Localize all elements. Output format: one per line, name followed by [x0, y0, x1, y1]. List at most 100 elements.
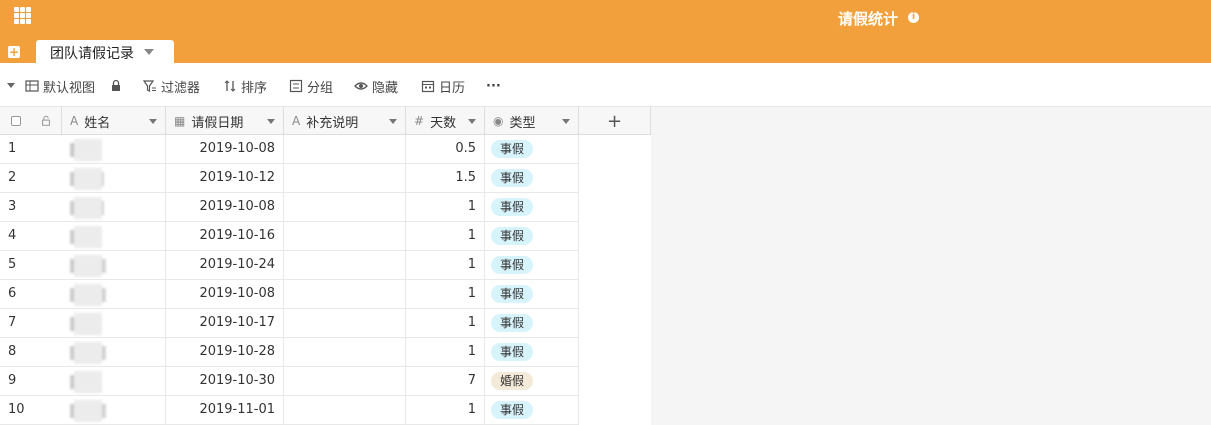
redacted-name [74, 255, 102, 277]
note-cell[interactable] [284, 367, 406, 395]
filter-button[interactable]: 过滤器 [143, 78, 200, 96]
type-cell[interactable]: 事假 [485, 164, 579, 192]
column-header-type[interactable]: ◉ 类型 [485, 107, 579, 135]
chevron-down-icon[interactable] [389, 119, 397, 124]
row-index: 7 [8, 315, 17, 330]
view-collapse-icon[interactable] [7, 83, 15, 88]
days-cell[interactable]: 1.5 [406, 164, 485, 192]
row-index: 6 [8, 286, 17, 301]
group-button[interactable]: 分组 [289, 78, 333, 96]
type-cell[interactable]: 事假 [485, 135, 579, 163]
table-row[interactable]: 5 2019-10-24 1 事假 [0, 251, 579, 280]
redacted-name [74, 400, 102, 422]
chevron-down-icon[interactable] [468, 119, 476, 124]
view-toolbar: 默认视图 过滤器 排序 分组 隐藏 日历 ··· [0, 63, 1211, 107]
chevron-down-icon[interactable] [267, 119, 275, 124]
table-row[interactable]: 9 2019-10-30 7 婚假 [0, 367, 579, 396]
type-cell[interactable]: 事假 [485, 222, 579, 250]
name-cell[interactable] [62, 280, 166, 308]
table-row[interactable]: 3 2019-10-08 1 事假 [0, 193, 579, 222]
name-cell[interactable] [62, 251, 166, 279]
table-row[interactable]: 8 2019-10-28 1 事假 [0, 338, 579, 367]
days-cell[interactable]: 1 [406, 309, 485, 337]
days-cell[interactable]: 1 [406, 222, 485, 250]
type-cell[interactable]: 事假 [485, 396, 579, 424]
date-cell[interactable]: 2019-10-16 [166, 222, 284, 250]
data-grid: A 姓名 ▦ 请假日期 A 补充说明 # 天数 ◉ 类型 + 1 2019-10-… [0, 107, 651, 425]
eye-icon [354, 82, 368, 90]
note-cell[interactable] [284, 164, 406, 192]
date-cell[interactable]: 2019-10-28 [166, 338, 284, 366]
view-selector[interactable]: 默认视图 [25, 78, 95, 96]
more-button[interactable]: ··· [486, 78, 501, 94]
apps-grid-icon[interactable] [14, 7, 32, 25]
redacted-name [74, 342, 102, 364]
type-cell[interactable]: 婚假 [485, 367, 579, 395]
type-cell[interactable]: 事假 [485, 309, 579, 337]
type-tag: 事假 [491, 168, 534, 187]
type-cell[interactable]: 事假 [485, 280, 579, 308]
table-tab[interactable]: 团队请假记录 [36, 40, 174, 63]
days-cell[interactable]: 0.5 [406, 135, 485, 163]
note-cell[interactable] [284, 396, 406, 424]
date-cell[interactable]: 2019-10-12 [166, 164, 284, 192]
view-lock[interactable] [109, 78, 127, 94]
date-cell[interactable]: 2019-10-17 [166, 309, 284, 337]
note-cell[interactable] [284, 193, 406, 221]
sort-button[interactable]: 排序 [223, 78, 267, 96]
note-cell[interactable] [284, 280, 406, 308]
date-cell[interactable]: 2019-10-08 [166, 193, 284, 221]
select-all-checkbox[interactable] [0, 107, 31, 135]
days-cell[interactable]: 1 [406, 193, 485, 221]
type-cell[interactable]: 事假 [485, 193, 579, 221]
table-row[interactable]: 10 2019-11-01 1 事假 [0, 396, 579, 425]
table-row[interactable]: 7 2019-10-17 1 事假 [0, 309, 579, 338]
column-header-days[interactable]: # 天数 [406, 107, 485, 135]
redacted-name [74, 313, 102, 335]
chevron-down-icon[interactable] [144, 49, 154, 55]
name-cell[interactable] [62, 396, 166, 424]
table-row[interactable]: 6 2019-10-08 1 事假 [0, 280, 579, 309]
hide-button[interactable]: 隐藏 [354, 78, 398, 96]
days-cell[interactable]: 1 [406, 280, 485, 308]
date-cell[interactable]: 2019-10-08 [166, 280, 284, 308]
chevron-down-icon[interactable] [149, 119, 157, 124]
note-cell[interactable] [284, 135, 406, 163]
note-cell[interactable] [284, 309, 406, 337]
add-table-icon[interactable]: + [8, 46, 20, 58]
note-cell[interactable] [284, 251, 406, 279]
name-cell[interactable] [62, 135, 166, 163]
name-cell[interactable] [62, 367, 166, 395]
table-row[interactable]: 1 2019-10-08 0.5 事假 [0, 135, 579, 164]
column-header-note[interactable]: A 补充说明 [284, 107, 406, 135]
type-cell[interactable]: 事假 [485, 338, 579, 366]
lock-icon [42, 115, 50, 126]
days-cell[interactable]: 1 [406, 396, 485, 424]
date-cell[interactable]: 2019-10-30 [166, 367, 284, 395]
days-cell[interactable]: 1 [406, 251, 485, 279]
table-row[interactable]: 4 2019-10-16 1 事假 [0, 222, 579, 251]
name-cell[interactable] [62, 193, 166, 221]
add-column-button[interactable]: + [579, 107, 651, 135]
calendar-button[interactable]: 日历 [421, 78, 465, 96]
date-cell[interactable]: 2019-11-01 [166, 396, 284, 424]
name-cell[interactable] [62, 309, 166, 337]
date-cell[interactable]: 2019-10-08 [166, 135, 284, 163]
table-row[interactable]: 2 2019-10-12 1.5 事假 [0, 164, 579, 193]
type-cell[interactable]: 事假 [485, 251, 579, 279]
days-cell[interactable]: 7 [406, 367, 485, 395]
chevron-down-icon[interactable] [562, 119, 570, 124]
date-cell[interactable]: 2019-10-24 [166, 251, 284, 279]
name-cell[interactable] [62, 338, 166, 366]
days-cell[interactable]: 1 [406, 338, 485, 366]
column-header-date[interactable]: ▦ 请假日期 [166, 107, 284, 135]
name-cell[interactable] [62, 164, 166, 192]
sort-icon [224, 80, 236, 92]
row-index: 10 [8, 402, 25, 417]
column-header-name[interactable]: A 姓名 [62, 107, 166, 135]
grid-header: A 姓名 ▦ 请假日期 A 补充说明 # 天数 ◉ 类型 + [0, 107, 651, 135]
name-cell[interactable] [62, 222, 166, 250]
note-cell[interactable] [284, 338, 406, 366]
info-icon[interactable]: i [908, 12, 919, 23]
note-cell[interactable] [284, 222, 406, 250]
